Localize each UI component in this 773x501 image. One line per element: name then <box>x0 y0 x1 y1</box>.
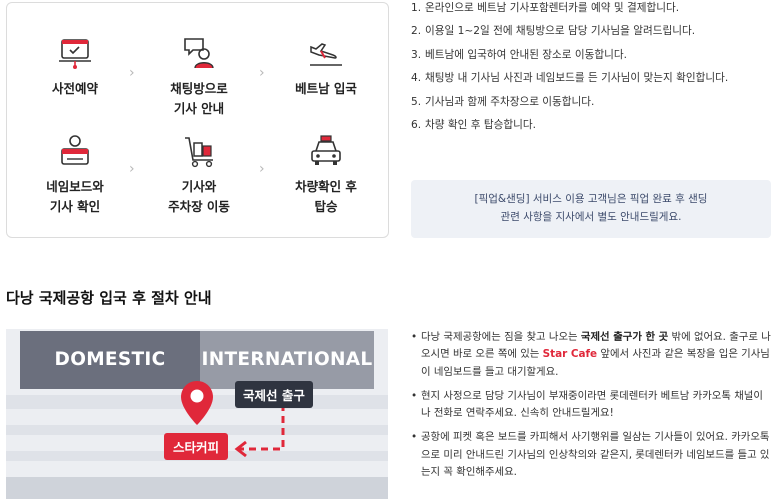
step-nameboard-check: 네임보드와 기사 확인 <box>20 133 130 217</box>
step-chat-driver-info: 채팅방으로 기사 안내 <box>144 35 254 119</box>
airplane-landing-icon <box>310 43 342 66</box>
pickup-sending-notice: [픽업&샌딩] 서비스 이용 고객님은 픽업 완료 후 샌딩 관련 사항을 지사… <box>411 180 771 238</box>
location-pin-icon <box>181 381 213 425</box>
step-move-to-parking: 기사와 주차장 이동 <box>144 133 254 217</box>
driver-nameboard-icon <box>61 135 89 165</box>
airport-guide-bullets: 다낭 국제공항에는 짐을 찾고 나오는 국제선 출구가 한 곳 밖에 없어요. … <box>411 329 771 488</box>
step-pre-booking: 사전예약 <box>20 35 130 99</box>
car-front-icon <box>311 135 341 165</box>
list-item: 2. 이용일 1~2일 전에 채팅방으로 담당 기사님을 알려드립니다. <box>411 25 696 38</box>
airport-map: DOMESTIC INTERNATIONAL 국제선 출구 스타커피 <box>6 329 388 499</box>
step-label: 베트남 입국 <box>295 81 357 96</box>
notice-line: 관련 사항을 지사에서 별도 안내드릴게요. <box>500 211 682 223</box>
luggage-cart-icon <box>185 137 213 168</box>
chevron-right-icon: › <box>129 161 135 177</box>
list-item: 1. 온라인으로 베트남 기사포함렌터카를 예약 및 결제합니다. <box>411 2 680 14</box>
section-title: 다낭 국제공항 입국 후 절차 안내 <box>6 289 212 307</box>
list-item: 현지 사정으로 담당 기사님이 부재중이라면 롯데렌터카 베트남 카카오톡 채널… <box>411 388 771 423</box>
list-item: 3. 베트남에 입국하여 안내된 장소로 이동합니다. <box>411 48 628 61</box>
chevron-right-icon: › <box>259 161 265 177</box>
booking-instructions-list: 1. 온라인으로 베트남 기사포함렌터카를 예약 및 결제합니다. 2. 이용일 1… <box>411 0 771 140</box>
step-label: 채팅방으로 기사 안내 <box>170 81 228 116</box>
chevron-right-icon: › <box>129 65 135 81</box>
star-coffee-tag: 스타커피 <box>164 433 229 460</box>
notice-line: [픽업&샌딩] 서비스 이용 고객님은 픽업 완료 후 샌딩 <box>474 193 708 205</box>
step-vietnam-entry: 베트남 입국 <box>271 35 381 99</box>
step-label: 차량확인 후 탑승 <box>295 179 357 214</box>
laptop-booking-icon <box>59 39 91 69</box>
chevron-right-icon: › <box>259 65 265 81</box>
international-exit-tag: 국제선 출구 <box>235 381 313 408</box>
step-label: 사전예약 <box>51 81 98 96</box>
list-item: 다낭 국제공항에는 짐을 찾고 나오는 국제선 출구가 한 곳 밖에 없어요. … <box>411 329 771 381</box>
chat-person-icon <box>184 38 214 69</box>
step-label: 기사와 주차장 이동 <box>168 179 230 214</box>
step-label: 네임보드와 기사 확인 <box>46 179 104 214</box>
list-item: 공항에 피켓 혹은 보드를 카피해서 사기행위를 일삼는 기사들이 있어요. 카… <box>411 429 771 481</box>
process-steps-card: 사전예약 › 채팅방으로 기사 안내 › 베트남 입국 네임보드와 기사 확인 … <box>6 2 389 238</box>
list-item: 5. 기사님과 함께 주차장으로 이동합니다. <box>411 95 595 108</box>
list-item: 6. 차량 확인 후 탑승합니다. <box>411 118 536 131</box>
list-item: 4. 채팅방 내 기사님 사진과 네임보드를 든 기사님이 맞는지 확인합니다. <box>411 72 729 85</box>
step-vehicle-boarding: 차량확인 후 탑승 <box>271 133 381 217</box>
